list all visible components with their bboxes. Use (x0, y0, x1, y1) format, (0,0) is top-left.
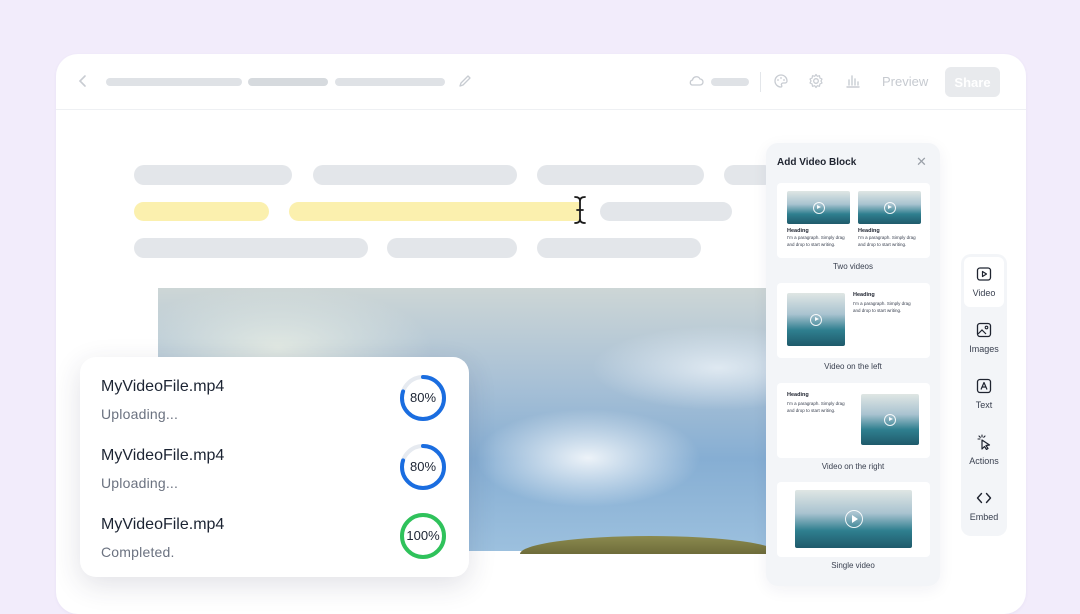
layout-option-label: Single video (831, 561, 875, 570)
back-chevron-icon[interactable] (74, 72, 92, 90)
play-icon (884, 413, 896, 426)
rail-item-images[interactable]: Images (964, 313, 1004, 363)
close-icon[interactable]: ✕ (916, 155, 927, 170)
play-icon (883, 201, 896, 214)
video-icon (976, 266, 992, 282)
selected-text-highlight[interactable] (134, 202, 269, 221)
text-icon (976, 378, 992, 394)
progress-ring: 100% (398, 511, 448, 561)
preview-button[interactable]: Preview (882, 74, 928, 89)
upload-status: Completed. (101, 544, 175, 560)
upload-item: MyVideoFile.mp4 Uploading... 80% (80, 444, 469, 507)
thumb-heading: Heading (853, 292, 875, 298)
cursor-click-icon (976, 434, 992, 450)
thumb-paragraph: I'm a paragraph. Simply drag and drop to… (787, 401, 845, 413)
text-line-placeholder (134, 238, 368, 258)
rail-item-actions[interactable]: Actions (964, 425, 1004, 475)
panel-title: Add Video Block (777, 157, 857, 168)
rail-item-label: Text (975, 400, 993, 410)
breadcrumb-placeholder (248, 78, 328, 86)
upload-progress-card: MyVideoFile.mp4 Uploading... 80% MyVideo… (80, 357, 469, 577)
text-line-placeholder (387, 238, 517, 258)
progress-label: 80% (409, 459, 437, 474)
upload-file-name: MyVideoFile.mp4 (101, 378, 225, 395)
rail-item-label: Images (969, 344, 999, 354)
progress-label: 100% (406, 528, 440, 543)
text-line-placeholder (600, 202, 732, 221)
pencil-icon[interactable] (456, 72, 474, 90)
progress-ring: 80% (398, 373, 448, 423)
add-video-block-panel: Add Video Block ✕ Heading I'm a paragrap… (766, 143, 940, 586)
image-icon (976, 322, 992, 338)
play-icon (844, 510, 863, 528)
upload-item: MyVideoFile.mp4 Uploading... 80% (80, 375, 469, 438)
video-thumbnail (787, 191, 850, 224)
breadcrumb-placeholder (106, 78, 242, 86)
text-line-placeholder (537, 238, 701, 258)
layout-option-label: Video on the left (824, 362, 882, 371)
breadcrumb-placeholder (335, 78, 445, 86)
share-button[interactable]: Share (945, 67, 1000, 97)
rail-item-embed[interactable]: Embed (964, 481, 1004, 531)
layout-option-video-right[interactable]: Heading I'm a paragraph. Simply drag and… (777, 383, 930, 458)
thumb-paragraph: I'm a paragraph. Simply drag and drop to… (858, 235, 916, 247)
analytics-icon[interactable] (844, 72, 862, 90)
rail-item-label: Video (972, 288, 996, 298)
layout-option-video-left[interactable]: Heading I'm a paragraph. Simply drag and… (777, 283, 930, 358)
play-icon (810, 313, 822, 326)
upload-file-name: MyVideoFile.mp4 (101, 516, 225, 533)
play-icon (812, 201, 825, 214)
thumb-heading: Heading (787, 392, 809, 398)
thumb-paragraph: I'm a paragraph. Simply drag and drop to… (787, 235, 845, 247)
layout-option-label: Video on the right (821, 462, 885, 471)
progress-label: 80% (409, 390, 437, 405)
palette-icon[interactable] (772, 72, 790, 90)
cloud-icon (687, 72, 705, 90)
layout-option-single-video[interactable] (777, 482, 930, 557)
rail-item-video[interactable]: Video (964, 257, 1004, 307)
text-line-placeholder (134, 165, 292, 185)
gear-icon[interactable] (807, 72, 825, 90)
code-icon (976, 490, 992, 506)
layout-option-label: Two videos (832, 262, 874, 271)
upload-item: MyVideoFile.mp4 Completed. 100% (80, 513, 469, 576)
block-type-rail: Video Images Text Actions Embed (961, 254, 1007, 536)
save-status-placeholder (711, 78, 749, 86)
toolbar-divider (760, 72, 761, 92)
text-line-placeholder (313, 165, 517, 185)
layout-option-two-videos[interactable]: Heading I'm a paragraph. Simply drag and… (777, 183, 930, 258)
rail-item-label: Embed (969, 512, 999, 522)
progress-ring: 80% (398, 442, 448, 492)
text-line-placeholder (537, 165, 704, 185)
rail-item-label: Actions (969, 456, 999, 466)
video-thumbnail (795, 490, 912, 548)
upload-status: Uploading... (101, 475, 179, 491)
rail-item-text[interactable]: Text (964, 369, 1004, 419)
thumb-heading: Heading (787, 228, 809, 234)
upload-file-name: MyVideoFile.mp4 (101, 447, 225, 464)
upload-status: Uploading... (101, 406, 179, 422)
video-thumbnail (861, 394, 919, 445)
thumb-paragraph: I'm a paragraph. Simply drag and drop to… (853, 301, 911, 313)
selected-text-highlight[interactable] (289, 202, 579, 221)
text-cursor-icon (572, 195, 588, 225)
video-thumbnail (858, 191, 921, 224)
top-toolbar: Preview Share (56, 54, 1026, 110)
thumb-heading: Heading (858, 228, 880, 234)
video-thumbnail (787, 293, 845, 346)
